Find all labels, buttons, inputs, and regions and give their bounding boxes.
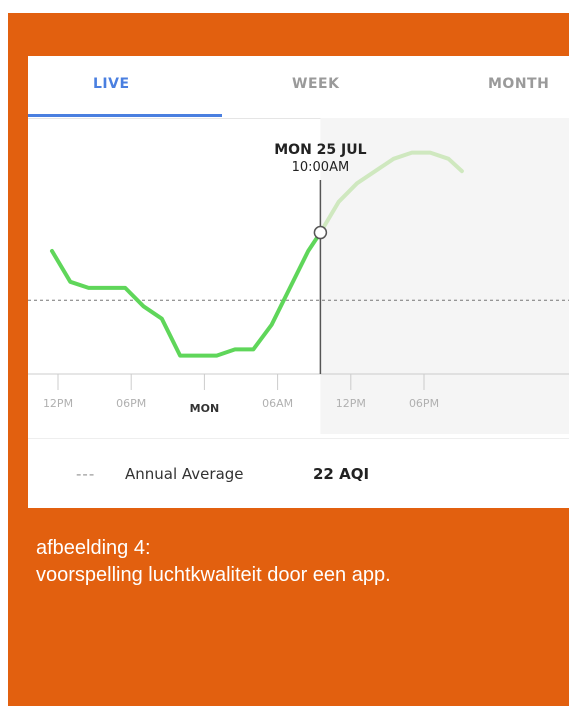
legend-label: Annual Average [125,465,244,483]
x-tick-label: 12PM [43,397,73,410]
orange-frame: LIVE WEEK MONTH 12PM 06PM MON 06AM 12PM 06PM … [8,13,569,706]
tab-week[interactable]: WEEK [292,76,339,92]
figure-caption: afbeelding 4: voorspelling luchtkwalitei… [36,535,391,589]
selection-point[interactable] [313,225,328,240]
x-tick-label: 12PM [336,397,366,410]
caption-line-1: afbeelding 4: [36,537,151,559]
x-tick-label: MON [190,402,220,415]
annual-average-value: 22 AQI [313,465,370,483]
legend: --- Annual Average 22 AQI [28,438,569,508]
period-tabs: LIVE WEEK MONTH [28,56,569,119]
observed-line [50,230,323,358]
x-tick-label: 06PM [116,397,146,410]
dashed-line-icon: --- [76,465,96,483]
tab-live[interactable]: LIVE [93,76,130,92]
x-tick-label: 06AM [262,397,293,410]
selected-date: MON 25 JUL [274,142,366,158]
active-tab-indicator [28,114,222,117]
aqi-chart[interactable]: 12PM 06PM MON 06AM 12PM 06PM MON 25 JUL 10:00… [28,118,569,434]
tab-month[interactable]: MONTH [488,76,549,92]
selected-time: 10:00AM [292,160,350,175]
caption-line-2: voorspelling luchtkwaliteit door een app… [36,564,391,586]
air-quality-card: LIVE WEEK MONTH 12PM 06PM MON 06AM 12PM 06PM … [28,56,569,508]
x-tick-label: 06PM [409,397,439,410]
forecast-region [320,118,569,434]
